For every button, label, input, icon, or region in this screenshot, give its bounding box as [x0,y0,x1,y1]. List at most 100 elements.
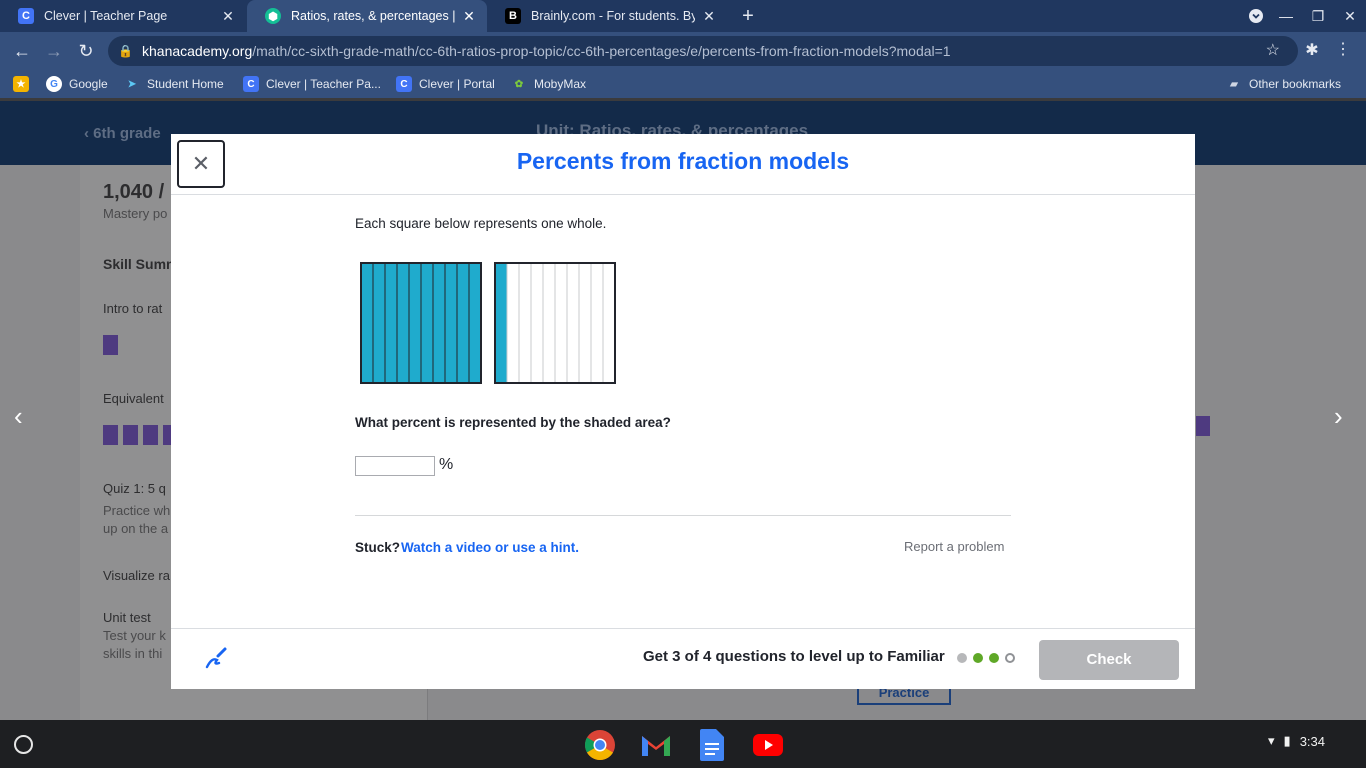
exercise-prompt: Each square below represents one whole. [355,216,607,231]
unshaded-column [518,262,532,384]
modal-header: ✕ Percents from fraction models [171,134,1195,195]
fraction-square [494,262,616,384]
lock-icon: 🔒 [118,44,133,58]
previous-arrow-icon[interactable]: ‹ [14,401,23,432]
system-tray[interactable]: ▾ ▮ 3:34 [1268,733,1325,749]
os-shelf: ▾ ▮ 3:34 [0,720,1366,768]
fraction-model-figure [360,262,616,384]
stuck-label: Stuck? [355,540,401,555]
bookmark-label: Student Home [147,77,224,91]
unshaded-column [506,262,520,384]
progress-dot-correct [989,653,999,663]
skill-item-title[interactable]: Equivalent [103,391,164,406]
skill-progress-bar [1196,416,1210,436]
check-button[interactable]: Check [1039,640,1179,680]
progress-dot-incorrect [957,653,967,663]
wifi-icon: ▾ [1268,733,1275,748]
exercise-title: Percents from fraction models [516,148,850,174]
tab-title: Brainly.com - For students. By st [531,9,695,23]
shaded-column [432,262,446,384]
mobymax-icon: ✿ [514,78,524,90]
chrome-icon[interactable] [584,729,616,761]
folder-icon: ▰ [1230,78,1238,90]
unshaded-column [530,262,544,384]
unshaded-column [578,262,592,384]
close-window-icon[interactable]: ✕ [1334,0,1366,32]
modal-footer: Get 3 of 4 questions to level up to Fami… [171,628,1195,689]
skill-item-desc: Practice wh [103,503,171,518]
bookmark-label: Google [69,77,108,91]
hint-link[interactable]: Watch a video or use a hint. [401,540,579,555]
bookmark-star-icon[interactable]: ☆ [1266,36,1280,66]
tab-search-icon[interactable] [1240,0,1272,32]
bookmark-clever-teacher[interactable]: C Clever | Teacher Pa... [243,75,381,93]
bookmark-mobymax[interactable]: ✿ MobyMax [511,75,586,93]
bookmark-clever-portal[interactable]: C Clever | Portal [396,75,495,93]
tab-strip: C Clever | Teacher Page ✕ ⬢ Ratios, rate… [0,0,1366,32]
docs-icon[interactable] [696,729,728,761]
brainly-favicon-icon: B [505,8,521,24]
next-arrow-icon[interactable]: › [1334,401,1343,432]
bookmark-google[interactable]: G Google [46,75,108,93]
restore-icon[interactable]: ❐ [1302,0,1334,32]
mastery-points: 1,040 / [103,181,165,203]
skill-item-title[interactable]: Quiz 1: 5 q [103,481,166,496]
tab-brainly[interactable]: B Brainly.com - For students. By st ✕ [487,0,727,32]
fraction-square [360,262,482,384]
battery-icon: ▮ [1283,733,1291,748]
skill-item-desc: skills in thi [103,646,163,661]
gmail-icon[interactable] [640,729,672,761]
percent-symbol: % [439,456,454,473]
unshaded-column [566,262,580,384]
browser-toolbar: ← → ↻ 🔒 khanacademy.org/math/cc-sixth-gr… [0,32,1366,70]
minimize-icon[interactable]: — [1270,0,1302,32]
bookmark-apps[interactable]: ★ [13,75,36,93]
new-tab-plus-icon[interactable]: + [737,5,759,27]
reload-icon[interactable]: ↻ [74,39,98,63]
bookmark-student-home[interactable]: ➤ Student Home [124,75,224,93]
clock: 3:34 [1299,733,1325,749]
answer-input[interactable] [355,456,435,476]
skill-progress-bar [103,335,118,355]
clever-icon: C [396,76,412,92]
khan-favicon-icon: ⬢ [265,8,281,24]
unshaded-column [542,262,556,384]
skill-item-desc: Test your k [103,628,166,643]
url-path: /math/cc-sixth-grade-math/cc-6th-ratios-… [252,43,951,59]
bookmark-label: Other bookmarks [1249,77,1342,91]
tab-clever-teacher[interactable]: C Clever | Teacher Page ✕ [0,0,246,32]
shaded-column [468,262,482,384]
progress-dot-correct [973,653,983,663]
skill-progress-bar [123,425,138,445]
close-tab-icon[interactable]: ✕ [220,8,236,25]
scratchpad-pencil-icon[interactable] [203,645,229,677]
skill-item-title[interactable]: Visualize ra [103,568,170,583]
shaded-column [372,262,386,384]
kebab-menu-icon[interactable]: ⋮ [1334,39,1352,59]
tab-title: Ratios, rates, & percentages | 6th [291,9,455,23]
extensions-puzzle-icon[interactable]: ✱ [1303,40,1321,59]
exercise-modal: ✕ Percents from fraction models Each squ… [171,134,1195,689]
launcher-icon[interactable] [14,735,33,754]
forward-arrow-icon[interactable]: → [42,39,66,63]
address-bar[interactable]: 🔒 khanacademy.org/math/cc-sixth-grade-ma… [108,36,1298,66]
skill-item-title[interactable]: Unit test [103,610,151,625]
star-folder-icon: ★ [13,76,29,92]
skill-item-desc: up on the a [103,521,169,536]
close-tab-icon[interactable]: ✕ [701,8,717,25]
section-divider [355,515,1011,516]
skill-item-title[interactable]: Intro to rat [103,301,162,316]
tab-khan-ratios[interactable]: ⬢ Ratios, rates, & percentages | 6th ✕ [247,0,487,32]
back-arrow-icon[interactable]: ← [10,39,34,63]
close-tab-icon[interactable]: ✕ [461,8,477,25]
unshaded-column [554,262,568,384]
shaded-column [408,262,422,384]
bookmark-label: Clever | Teacher Pa... [266,77,381,91]
other-bookmarks[interactable]: ▰ Other bookmarks [1226,75,1341,93]
youtube-icon[interactable] [752,729,784,761]
report-problem-link[interactable]: Report a problem [904,539,1004,554]
url-host: khanacademy.org [142,43,253,59]
breadcrumb[interactable]: ‹ 6th grade [84,125,161,142]
shaded-column [456,262,470,384]
student-home-icon: ➤ [127,78,137,90]
